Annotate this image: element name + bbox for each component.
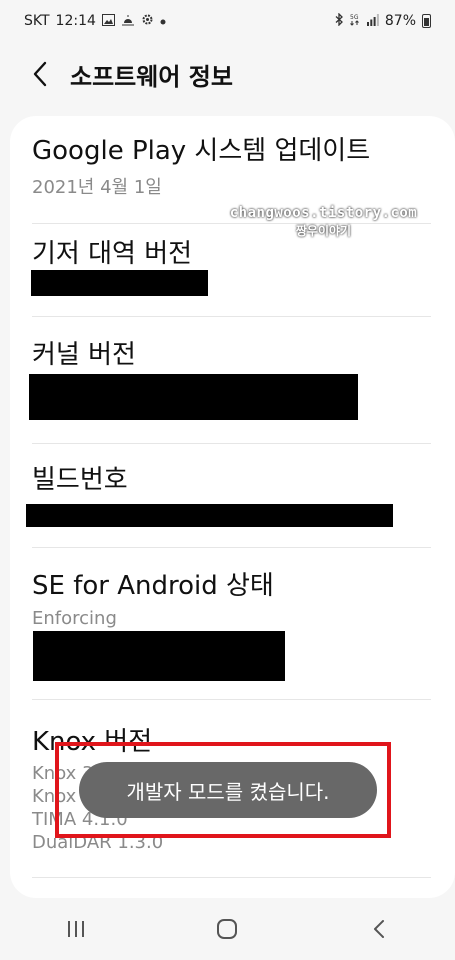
redacted-value [31, 270, 208, 296]
item-subtitle: 2021년 4월 1일 [32, 177, 162, 198]
signal-icon [366, 13, 379, 29]
status-right: 5G 87% [335, 12, 431, 29]
battery-percent-label: 87% [384, 13, 416, 29]
list-item-build-number[interactable]: 빌드번호 [26, 443, 431, 548]
back-button[interactable] [20, 54, 60, 94]
settings-icon [141, 13, 154, 29]
status-left: SKT 12:14 [24, 13, 166, 29]
item-subtitle: Enforcing [32, 608, 117, 629]
home-icon [217, 919, 238, 939]
watermark-blog-name: 짱우이야기 [295, 224, 352, 238]
back-nav-button[interactable] [349, 909, 409, 949]
item-title: Google Play 시스템 업데이트 [32, 136, 371, 166]
carrier-label: SKT [24, 13, 50, 29]
watermark: changwoos.tistory.com 짱우이야기 [226, 205, 421, 239]
time-label: 12:14 [55, 13, 96, 29]
item-title: 커널 버전 [32, 340, 136, 370]
item-title: SE for Android 상태 [32, 571, 274, 601]
5g-icon: 5G [350, 13, 361, 29]
chevron-left-icon [33, 61, 47, 87]
bluetooth-icon [335, 12, 344, 29]
item-title: 빌드번호 [32, 465, 128, 495]
page-title: 소프트웨어 정보 [70, 62, 233, 91]
dot-icon [160, 14, 166, 28]
weather-icon [121, 14, 135, 29]
app-header: 소프트웨어 정보 [0, 52, 455, 96]
recent-apps-icon [67, 921, 84, 937]
recent-apps-button[interactable] [46, 909, 106, 949]
status-bar: SKT 12:14 5G 87% [0, 0, 455, 42]
list-item-kernel-version: 커널 버전 [29, 316, 431, 444]
back-icon [374, 920, 385, 938]
redacted-value [29, 374, 358, 420]
image-icon [101, 13, 115, 29]
svg-text:5G: 5G [350, 14, 359, 21]
redacted-value [26, 504, 393, 527]
navigation-bar [0, 898, 455, 960]
battery-icon [422, 14, 431, 28]
highlight-box [55, 742, 391, 838]
home-button[interactable] [197, 909, 257, 949]
redacted-value [33, 631, 285, 681]
list-item-se-for-android: SE for Android 상태 Enforcing [32, 547, 431, 700]
watermark-url: changwoos.tistory.com [229, 205, 418, 221]
